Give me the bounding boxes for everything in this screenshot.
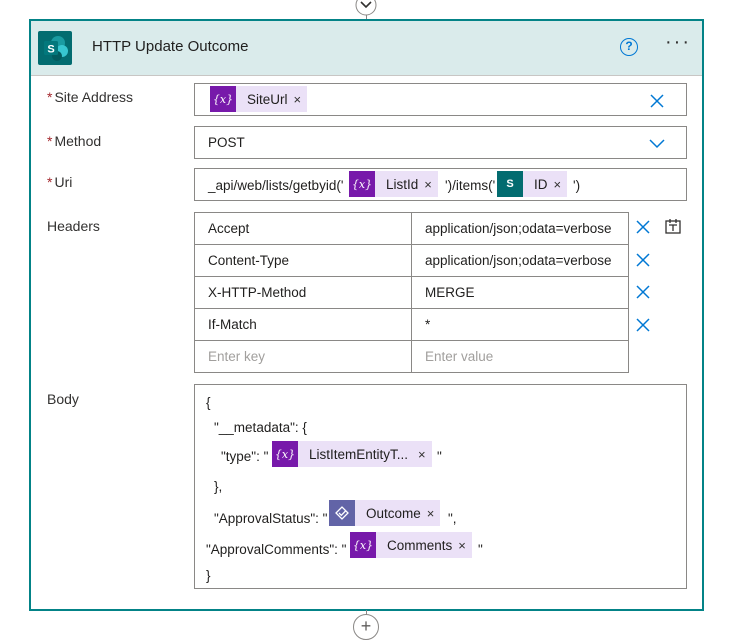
token-remove-icon[interactable]: × xyxy=(427,506,441,521)
token-remove-icon[interactable]: × xyxy=(424,177,438,192)
required-mark: * xyxy=(47,89,53,105)
site-address-field[interactable]: {x} SiteUrl × xyxy=(194,83,687,116)
header-value-input[interactable]: MERGE xyxy=(411,276,629,309)
comments-token[interactable]: {x} Comments × xyxy=(350,532,472,558)
body-line: ", xyxy=(448,511,457,526)
token-remove-icon[interactable]: × xyxy=(294,92,308,107)
sharepoint-logo-icon: S xyxy=(38,31,72,65)
header-row: X-HTTP-Method MERGE xyxy=(194,276,629,309)
token-label: ListItemEntityT... xyxy=(309,446,409,462)
site-address-label: * Site Address xyxy=(47,89,133,105)
token-label: SiteUrl xyxy=(247,91,288,107)
method-dropdown[interactable]: POST xyxy=(194,126,687,159)
delete-row-icon[interactable] xyxy=(635,317,651,333)
header-key-input[interactable]: Content-Type xyxy=(194,244,412,277)
token-label: Outcome xyxy=(366,505,421,521)
id-token[interactable]: S ID × xyxy=(497,171,568,197)
header-key-input[interactable]: If-Match xyxy=(194,308,412,341)
help-icon[interactable]: ? xyxy=(620,38,638,56)
header-row: Accept application/json;odata=verbose xyxy=(194,212,629,245)
body-line: " xyxy=(437,449,442,464)
sharepoint-icon: S xyxy=(497,171,523,197)
svg-text:S: S xyxy=(47,44,54,56)
variable-icon: {x} xyxy=(350,532,376,558)
switch-to-text-mode-icon[interactable] xyxy=(664,217,682,235)
header-key-input[interactable]: Enter key xyxy=(194,340,412,373)
header-row: Content-Type application/json;odata=verb… xyxy=(194,244,629,277)
action-card: S HTTP Update Outcome ? ··· * Site Addres… xyxy=(29,19,704,611)
token-remove-icon[interactable]: × xyxy=(414,447,432,462)
body-line: "ApprovalStatus": " xyxy=(214,511,328,526)
token-remove-icon[interactable]: × xyxy=(458,538,472,553)
body-line: "ApprovalComments": " xyxy=(206,542,347,557)
body-line: " xyxy=(478,542,483,557)
card-title[interactable]: HTTP Update Outcome xyxy=(92,38,248,55)
body-line: "__metadata": { xyxy=(214,420,307,435)
uri-field[interactable]: _api/web/lists/getbyid(' {x} ListId × ')… xyxy=(194,168,687,201)
headers-label: Headers xyxy=(47,218,100,234)
required-mark: * xyxy=(47,133,53,149)
method-label-text: Method xyxy=(54,133,102,149)
header-row-empty: Enter key Enter value xyxy=(194,340,629,373)
variable-icon: {x} xyxy=(210,86,236,112)
listid-token[interactable]: {x} ListId × xyxy=(349,171,438,197)
body-line: "type": " xyxy=(221,449,269,464)
headers-table: Accept application/json;odata=verbose Co… xyxy=(194,212,629,373)
site-address-label-text: Site Address xyxy=(54,89,134,105)
required-mark: * xyxy=(47,174,53,190)
header-value-input[interactable]: * xyxy=(411,308,629,341)
delete-row-icon[interactable] xyxy=(635,284,651,300)
variable-icon: {x} xyxy=(349,171,375,197)
token-label: ID xyxy=(534,176,548,192)
approval-glyph-icon xyxy=(335,506,349,520)
body-label: Body xyxy=(47,391,79,407)
token-label: Comments xyxy=(387,537,453,553)
uri-label: * Uri xyxy=(47,174,72,190)
delete-row-icon[interactable] xyxy=(635,252,651,268)
clear-field-icon[interactable] xyxy=(649,93,665,109)
chevron-down-icon[interactable] xyxy=(648,135,666,151)
card-header[interactable]: S HTTP Update Outcome ? ··· xyxy=(31,21,702,76)
body-line: }, xyxy=(214,479,223,494)
header-value-input[interactable]: application/json;odata=verbose xyxy=(411,244,629,277)
token-label: ListId xyxy=(386,176,419,192)
header-key-input[interactable]: Accept xyxy=(194,212,412,245)
outcome-token[interactable]: Outcome × xyxy=(329,500,441,526)
method-value: POST xyxy=(208,135,245,150)
delete-row-icon[interactable] xyxy=(635,219,651,235)
uri-suffix-text: ') xyxy=(573,178,581,193)
listitementitytype-token[interactable]: {x} ListItemEntityT... × xyxy=(272,441,432,467)
more-options-icon[interactable]: ··· xyxy=(665,31,691,54)
siteurl-token[interactable]: {x} SiteUrl × xyxy=(210,86,308,112)
variable-icon: {x} xyxy=(272,441,298,467)
uri-label-text: Uri xyxy=(54,174,73,190)
method-label: * Method xyxy=(47,133,101,149)
approval-icon xyxy=(329,500,355,526)
token-remove-icon[interactable]: × xyxy=(554,177,568,192)
header-value-input[interactable]: application/json;odata=verbose xyxy=(411,212,629,245)
body-line: } xyxy=(206,568,211,583)
body-line: { xyxy=(206,395,211,410)
add-step-button[interactable]: + xyxy=(353,614,379,640)
body-field[interactable]: { "__metadata": { "type": " {x} ListItem… xyxy=(194,384,687,589)
uri-prefix-text: _api/web/lists/getbyid(' xyxy=(208,178,344,193)
header-value-input[interactable]: Enter value xyxy=(411,340,629,373)
header-key-input[interactable]: X-HTTP-Method xyxy=(194,276,412,309)
chevron-down-icon xyxy=(355,0,377,16)
uri-middle-text: ')/items(' xyxy=(445,178,496,193)
header-row: If-Match * xyxy=(194,308,629,341)
